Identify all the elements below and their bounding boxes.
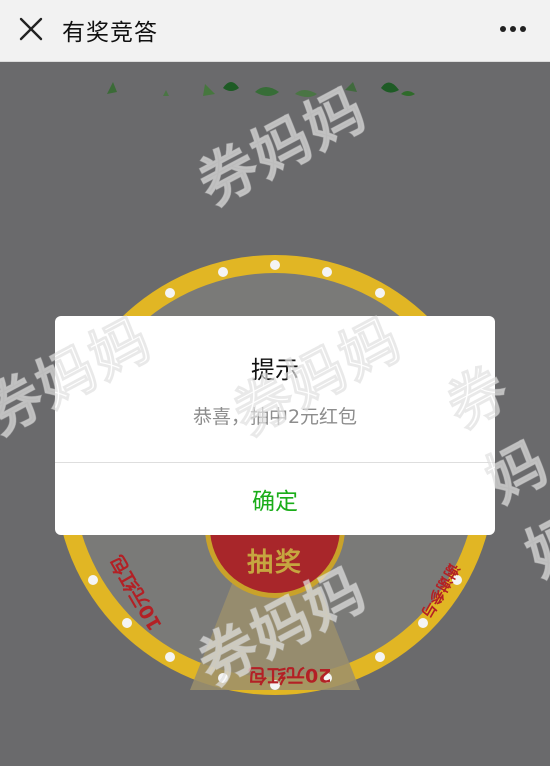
alert-dialog: 提示 恭喜，抽中2元红包 确定	[55, 316, 495, 535]
prize-label-20-yuan: 20元红包	[248, 663, 332, 686]
more-dots-icon[interactable]	[498, 18, 528, 40]
draw-button-label: 抽奖	[246, 548, 303, 578]
top-navbar: 有奖竞答	[0, 0, 550, 62]
confirm-button[interactable]: 确定	[55, 463, 495, 535]
page-title: 有奖竞答	[62, 20, 158, 46]
dialog-message: 恭喜，抽中2元红包	[192, 406, 358, 428]
close-icon[interactable]	[18, 16, 44, 42]
decorative-leaves-image	[107, 82, 415, 97]
dialog-title: 提示	[251, 356, 299, 384]
